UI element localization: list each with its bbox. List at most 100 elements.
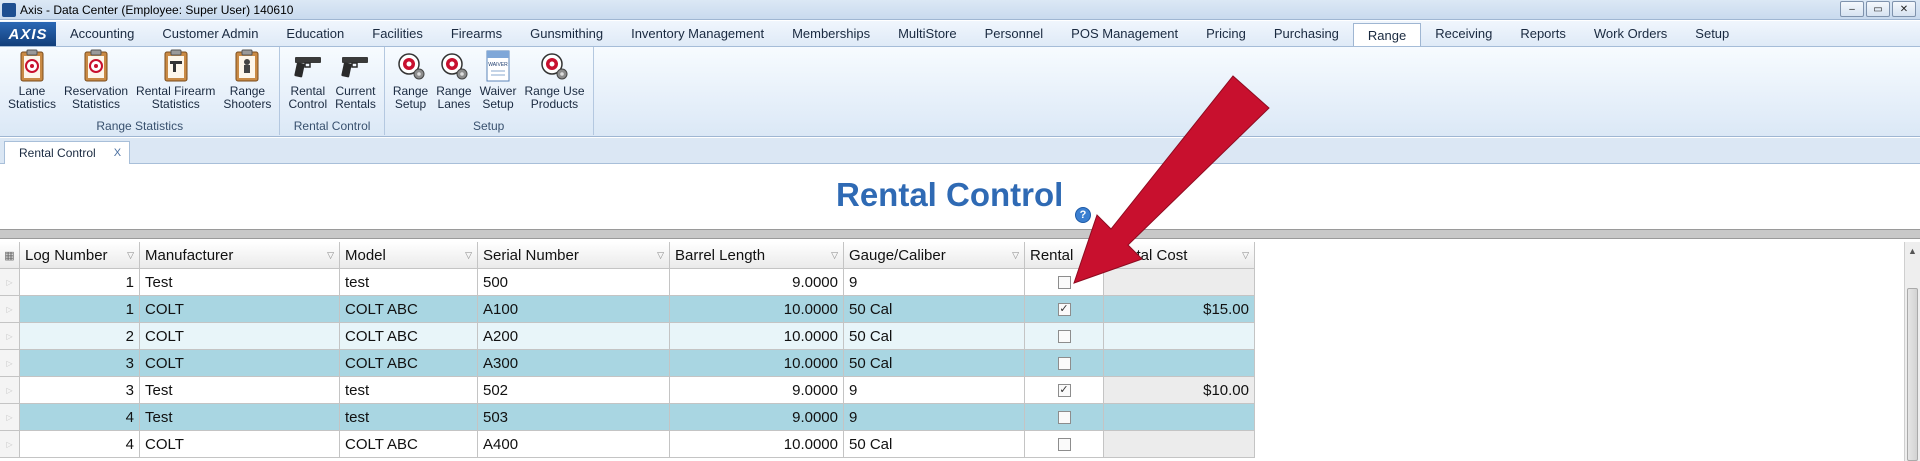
column-header-manufacturer[interactable]: Manufacturer ▽ (140, 242, 340, 269)
model-cell[interactable]: COLT ABC (340, 350, 478, 377)
model-cell[interactable]: COLT ABC (340, 296, 478, 323)
filter-icon[interactable]: ▽ (831, 250, 838, 261)
tab-rental-control[interactable]: Rental Control X (4, 141, 131, 164)
menu-multistore[interactable]: MultiStore (884, 21, 971, 46)
log-cell[interactable]: 4 (20, 431, 140, 458)
tab-close-button[interactable]: X (114, 147, 121, 159)
rental-checkbox[interactable] (1057, 437, 1071, 451)
menu-accounting[interactable]: Accounting (56, 21, 148, 46)
cost-cell[interactable] (1104, 350, 1255, 377)
maximize-button[interactable]: ▭ (1866, 1, 1890, 17)
model-cell[interactable]: COLT ABC (340, 431, 478, 458)
gauge-cell[interactable]: 50 Cal (844, 296, 1025, 323)
gauge-cell[interactable]: 50 Cal (844, 323, 1025, 350)
menu-inventory-management[interactable]: Inventory Management (617, 21, 778, 46)
manufacturer-cell[interactable]: COLT (140, 323, 340, 350)
scrollbar-thumb[interactable] (1907, 288, 1918, 461)
menu-firearms[interactable]: Firearms (437, 21, 516, 46)
menu-memberships[interactable]: Memberships (778, 21, 884, 46)
rental-checkbox[interactable]: ✓ (1057, 302, 1071, 316)
serial-cell[interactable]: A200 (478, 323, 670, 350)
column-header-model[interactable]: Model ▽ (340, 242, 478, 269)
menu-pos-management[interactable]: POS Management (1057, 21, 1192, 46)
manufacturer-cell[interactable]: COLT (140, 431, 340, 458)
model-cell[interactable]: test (340, 377, 478, 404)
row-indicator-icon[interactable]: ▷ (0, 377, 20, 404)
cost-cell[interactable]: $10.00 (1104, 377, 1255, 404)
log-cell[interactable]: 1 (20, 269, 140, 296)
model-cell[interactable]: test (340, 404, 478, 431)
barrel-cell[interactable]: 10.0000 (670, 431, 844, 458)
filter-icon[interactable]: ▽ (1091, 250, 1098, 261)
cost-cell[interactable] (1104, 431, 1255, 458)
menu-setup[interactable]: Setup (1681, 21, 1743, 46)
menu-facilities[interactable]: Facilities (358, 21, 437, 46)
model-cell[interactable]: COLT ABC (340, 323, 478, 350)
barrel-cell[interactable]: 9.0000 (670, 404, 844, 431)
menu-pricing[interactable]: Pricing (1192, 21, 1260, 46)
cost-cell[interactable] (1104, 404, 1255, 431)
serial-cell[interactable]: 503 (478, 404, 670, 431)
cost-cell[interactable] (1104, 323, 1255, 350)
log-cell[interactable]: 1 (20, 296, 140, 323)
gauge-cell[interactable]: 50 Cal (844, 431, 1025, 458)
menu-reports[interactable]: Reports (1506, 21, 1580, 46)
row-indicator-icon[interactable]: ▷ (0, 296, 20, 323)
serial-cell[interactable]: A100 (478, 296, 670, 323)
cost-cell[interactable]: $15.00 (1104, 296, 1255, 323)
row-indicator-icon[interactable]: ▷ (0, 323, 20, 350)
menu-gunsmithing[interactable]: Gunsmithing (516, 21, 617, 46)
column-header-serial-number[interactable]: Serial Number ▽ (478, 242, 670, 269)
rental-checkbox[interactable] (1057, 356, 1071, 370)
column-header-barrel-length[interactable]: Barrel Length ▽ (670, 242, 844, 269)
cost-cell[interactable] (1104, 269, 1255, 296)
log-cell[interactable]: 4 (20, 404, 140, 431)
column-header-gauge-caliber[interactable]: Gauge/Caliber ▽ (844, 242, 1025, 269)
log-cell[interactable]: 2 (20, 323, 140, 350)
column-header-rental-cost[interactable]: Rental Cost ▽ (1104, 242, 1255, 269)
barrel-cell[interactable]: 10.0000 (670, 350, 844, 377)
column-header-log-number[interactable]: Log Number ▽ (20, 242, 140, 269)
serial-cell[interactable]: A400 (478, 431, 670, 458)
rental-checkbox[interactable] (1057, 410, 1071, 424)
minimize-button[interactable]: – (1840, 1, 1864, 17)
manufacturer-cell[interactable]: Test (140, 404, 340, 431)
rental-checkbox[interactable] (1057, 275, 1071, 289)
help-icon[interactable]: ? (1075, 207, 1091, 223)
filter-icon[interactable]: ▽ (1012, 250, 1019, 261)
menu-range[interactable]: Range (1352, 23, 1422, 46)
filter-icon[interactable]: ▽ (657, 250, 664, 261)
row-indicator-icon[interactable]: ▷ (0, 431, 20, 458)
model-cell[interactable]: test (340, 269, 478, 296)
vertical-scrollbar[interactable]: ▲ (1904, 242, 1920, 461)
axis-logo[interactable]: AXIS (0, 22, 56, 46)
column-chooser-icon[interactable]: ▦ (0, 242, 20, 269)
barrel-cell[interactable]: 10.0000 (670, 323, 844, 350)
scroll-up-arrow-icon[interactable]: ▲ (1908, 246, 1917, 256)
gauge-cell[interactable]: 9 (844, 404, 1025, 431)
gauge-cell[interactable]: 9 (844, 377, 1025, 404)
log-cell[interactable]: 3 (20, 350, 140, 377)
serial-cell[interactable]: 502 (478, 377, 670, 404)
manufacturer-cell[interactable]: Test (140, 269, 340, 296)
row-indicator-icon[interactable]: ▷ (0, 269, 20, 296)
row-indicator-icon[interactable]: ▷ (0, 404, 20, 431)
column-header-rental[interactable]: Rental ▽ (1025, 242, 1104, 269)
filter-icon[interactable]: ▽ (1242, 250, 1249, 261)
menu-purchasing[interactable]: Purchasing (1260, 21, 1353, 46)
barrel-cell[interactable]: 10.0000 (670, 296, 844, 323)
serial-cell[interactable]: A300 (478, 350, 670, 377)
rental-checkbox[interactable] (1057, 329, 1071, 343)
serial-cell[interactable]: 500 (478, 269, 670, 296)
close-button[interactable]: ✕ (1892, 1, 1916, 17)
manufacturer-cell[interactable]: Test (140, 377, 340, 404)
barrel-cell[interactable]: 9.0000 (670, 269, 844, 296)
manufacturer-cell[interactable]: COLT (140, 350, 340, 377)
gauge-cell[interactable]: 9 (844, 269, 1025, 296)
menu-customer-admin[interactable]: Customer Admin (148, 21, 272, 46)
rental-checkbox[interactable]: ✓ (1057, 383, 1071, 397)
menu-work-orders[interactable]: Work Orders (1580, 21, 1681, 46)
menu-personnel[interactable]: Personnel (971, 21, 1058, 46)
log-cell[interactable]: 3 (20, 377, 140, 404)
menu-receiving[interactable]: Receiving (1421, 21, 1506, 46)
